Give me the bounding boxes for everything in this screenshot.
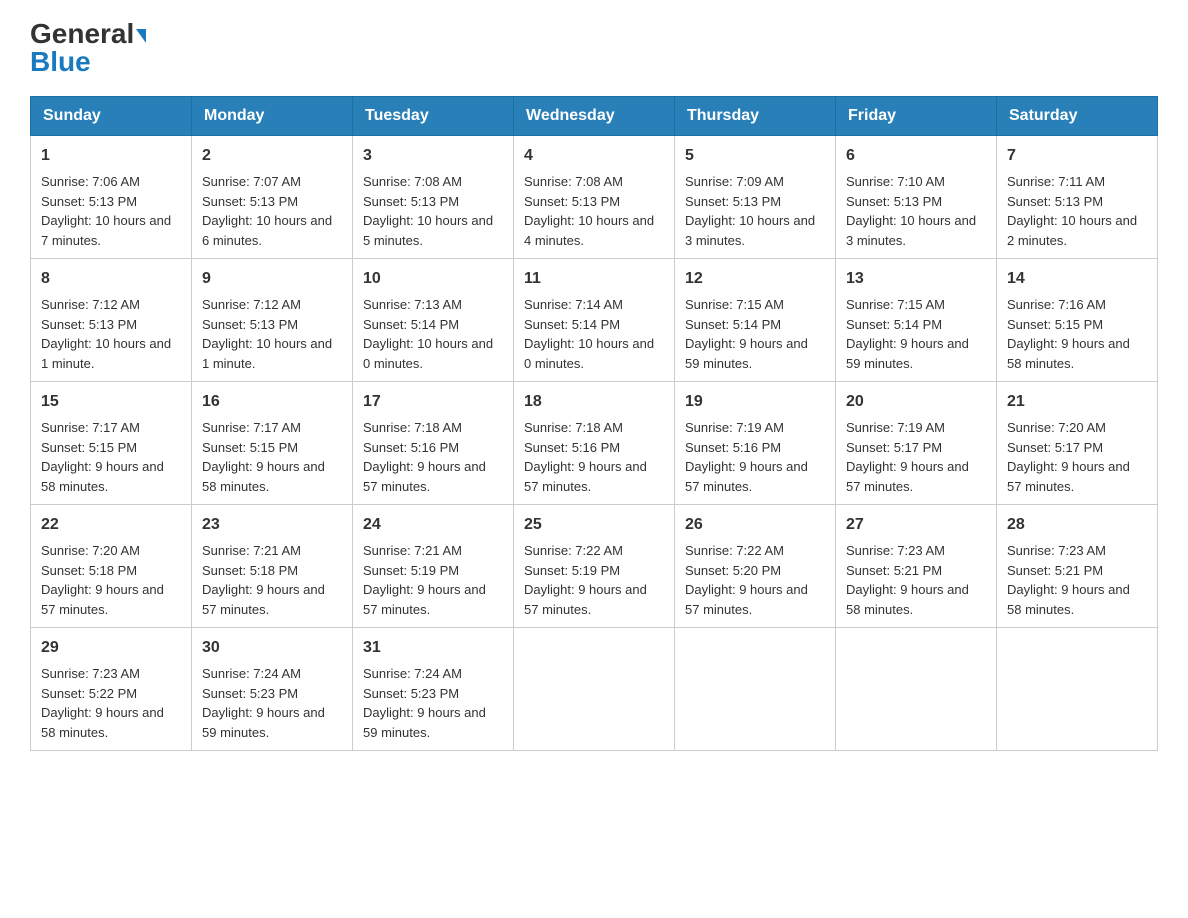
calendar-cell: 21Sunrise: 7:20 AMSunset: 5:17 PMDayligh…	[997, 382, 1158, 505]
calendar-cell	[675, 628, 836, 751]
calendar-cell: 18Sunrise: 7:18 AMSunset: 5:16 PMDayligh…	[514, 382, 675, 505]
column-header-wednesday: Wednesday	[514, 97, 675, 136]
calendar-cell: 25Sunrise: 7:22 AMSunset: 5:19 PMDayligh…	[514, 505, 675, 628]
calendar-cell: 16Sunrise: 7:17 AMSunset: 5:15 PMDayligh…	[192, 382, 353, 505]
day-number: 28	[1007, 513, 1147, 537]
logo-general: General	[30, 20, 146, 48]
week-row-3: 15Sunrise: 7:17 AMSunset: 5:15 PMDayligh…	[31, 382, 1158, 505]
calendar-cell: 4Sunrise: 7:08 AMSunset: 5:13 PMDaylight…	[514, 136, 675, 259]
day-number: 6	[846, 144, 986, 168]
calendar-cell: 27Sunrise: 7:23 AMSunset: 5:21 PMDayligh…	[836, 505, 997, 628]
header-row: SundayMondayTuesdayWednesdayThursdayFrid…	[31, 97, 1158, 136]
column-header-monday: Monday	[192, 97, 353, 136]
calendar-cell: 12Sunrise: 7:15 AMSunset: 5:14 PMDayligh…	[675, 259, 836, 382]
calendar-cell: 15Sunrise: 7:17 AMSunset: 5:15 PMDayligh…	[31, 382, 192, 505]
day-number: 24	[363, 513, 503, 537]
day-number: 22	[41, 513, 181, 537]
calendar-cell: 19Sunrise: 7:19 AMSunset: 5:16 PMDayligh…	[675, 382, 836, 505]
calendar-cell	[514, 628, 675, 751]
week-row-4: 22Sunrise: 7:20 AMSunset: 5:18 PMDayligh…	[31, 505, 1158, 628]
calendar-cell: 2Sunrise: 7:07 AMSunset: 5:13 PMDaylight…	[192, 136, 353, 259]
calendar-cell: 10Sunrise: 7:13 AMSunset: 5:14 PMDayligh…	[353, 259, 514, 382]
day-number: 16	[202, 390, 342, 414]
week-row-5: 29Sunrise: 7:23 AMSunset: 5:22 PMDayligh…	[31, 628, 1158, 751]
day-number: 4	[524, 144, 664, 168]
day-number: 26	[685, 513, 825, 537]
column-header-friday: Friday	[836, 97, 997, 136]
day-number: 21	[1007, 390, 1147, 414]
day-number: 31	[363, 636, 503, 660]
day-number: 7	[1007, 144, 1147, 168]
column-header-sunday: Sunday	[31, 97, 192, 136]
calendar-cell: 24Sunrise: 7:21 AMSunset: 5:19 PMDayligh…	[353, 505, 514, 628]
day-number: 29	[41, 636, 181, 660]
day-number: 14	[1007, 267, 1147, 291]
calendar-cell: 28Sunrise: 7:23 AMSunset: 5:21 PMDayligh…	[997, 505, 1158, 628]
calendar-body: 1Sunrise: 7:06 AMSunset: 5:13 PMDaylight…	[31, 136, 1158, 751]
calendar-header: SundayMondayTuesdayWednesdayThursdayFrid…	[31, 97, 1158, 136]
calendar-cell	[836, 628, 997, 751]
calendar-cell: 8Sunrise: 7:12 AMSunset: 5:13 PMDaylight…	[31, 259, 192, 382]
day-number: 10	[363, 267, 503, 291]
calendar-cell: 5Sunrise: 7:09 AMSunset: 5:13 PMDaylight…	[675, 136, 836, 259]
calendar-cell: 30Sunrise: 7:24 AMSunset: 5:23 PMDayligh…	[192, 628, 353, 751]
calendar-cell: 14Sunrise: 7:16 AMSunset: 5:15 PMDayligh…	[997, 259, 1158, 382]
day-number: 19	[685, 390, 825, 414]
calendar-cell: 23Sunrise: 7:21 AMSunset: 5:18 PMDayligh…	[192, 505, 353, 628]
page-header: General Blue	[30, 20, 1158, 76]
day-number: 20	[846, 390, 986, 414]
day-number: 18	[524, 390, 664, 414]
calendar-cell: 29Sunrise: 7:23 AMSunset: 5:22 PMDayligh…	[31, 628, 192, 751]
day-number: 8	[41, 267, 181, 291]
day-number: 23	[202, 513, 342, 537]
week-row-1: 1Sunrise: 7:06 AMSunset: 5:13 PMDaylight…	[31, 136, 1158, 259]
logo-triangle-icon	[136, 29, 146, 43]
day-number: 9	[202, 267, 342, 291]
calendar-cell: 7Sunrise: 7:11 AMSunset: 5:13 PMDaylight…	[997, 136, 1158, 259]
day-number: 1	[41, 144, 181, 168]
calendar-cell: 1Sunrise: 7:06 AMSunset: 5:13 PMDaylight…	[31, 136, 192, 259]
day-number: 15	[41, 390, 181, 414]
calendar-table: SundayMondayTuesdayWednesdayThursdayFrid…	[30, 96, 1158, 751]
calendar-cell: 31Sunrise: 7:24 AMSunset: 5:23 PMDayligh…	[353, 628, 514, 751]
column-header-tuesday: Tuesday	[353, 97, 514, 136]
day-number: 25	[524, 513, 664, 537]
week-row-2: 8Sunrise: 7:12 AMSunset: 5:13 PMDaylight…	[31, 259, 1158, 382]
day-number: 12	[685, 267, 825, 291]
calendar-cell: 11Sunrise: 7:14 AMSunset: 5:14 PMDayligh…	[514, 259, 675, 382]
day-number: 17	[363, 390, 503, 414]
day-number: 2	[202, 144, 342, 168]
column-header-saturday: Saturday	[997, 97, 1158, 136]
day-number: 13	[846, 267, 986, 291]
calendar-cell: 20Sunrise: 7:19 AMSunset: 5:17 PMDayligh…	[836, 382, 997, 505]
calendar-cell	[997, 628, 1158, 751]
day-number: 3	[363, 144, 503, 168]
calendar-cell: 13Sunrise: 7:15 AMSunset: 5:14 PMDayligh…	[836, 259, 997, 382]
calendar-cell: 3Sunrise: 7:08 AMSunset: 5:13 PMDaylight…	[353, 136, 514, 259]
calendar-cell: 22Sunrise: 7:20 AMSunset: 5:18 PMDayligh…	[31, 505, 192, 628]
calendar-cell: 26Sunrise: 7:22 AMSunset: 5:20 PMDayligh…	[675, 505, 836, 628]
calendar-cell: 17Sunrise: 7:18 AMSunset: 5:16 PMDayligh…	[353, 382, 514, 505]
column-header-thursday: Thursday	[675, 97, 836, 136]
calendar-cell: 9Sunrise: 7:12 AMSunset: 5:13 PMDaylight…	[192, 259, 353, 382]
day-number: 27	[846, 513, 986, 537]
logo: General Blue	[30, 20, 146, 76]
logo-blue: Blue	[30, 48, 91, 76]
day-number: 30	[202, 636, 342, 660]
day-number: 5	[685, 144, 825, 168]
day-number: 11	[524, 267, 664, 291]
calendar-cell: 6Sunrise: 7:10 AMSunset: 5:13 PMDaylight…	[836, 136, 997, 259]
